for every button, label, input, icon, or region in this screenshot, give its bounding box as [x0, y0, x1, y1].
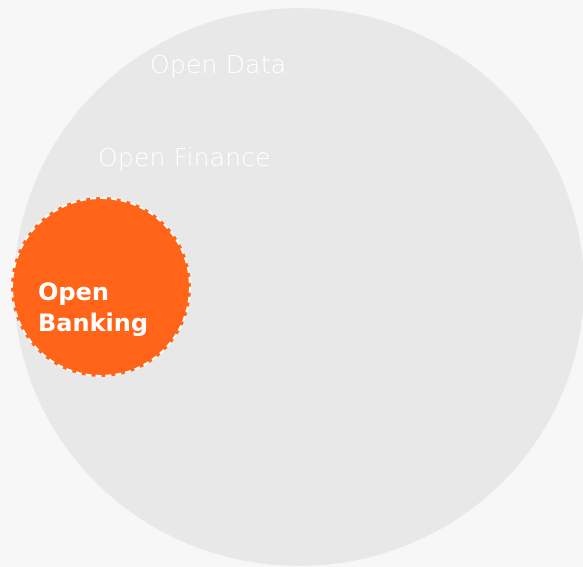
- open-banking-label: Open Banking: [38, 277, 178, 339]
- open-banking-label-line-1: Open: [38, 278, 109, 306]
- diagram-canvas: Open Data Open Finance Open Banking: [0, 0, 583, 567]
- open-data-label: Open Data: [150, 50, 287, 79]
- open-finance-label: Open Finance: [98, 143, 271, 172]
- open-banking-label-line-2: Banking: [38, 309, 149, 337]
